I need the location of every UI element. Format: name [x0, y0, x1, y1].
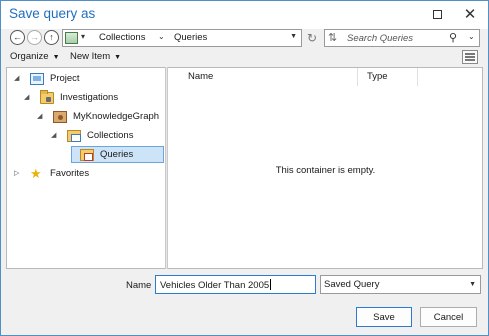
tree-item-label: Project [50, 73, 80, 84]
tree-item-label: Investigations [60, 92, 119, 103]
new-item-menu[interactable]: New Item ▼ [70, 51, 121, 62]
address-bar[interactable]: ▾ Collections ⌄ Queries ▼ [62, 29, 302, 47]
close-button[interactable]: ✕ [461, 5, 479, 23]
expanded-triangle-icon[interactable]: ◢ [37, 112, 42, 120]
star-icon: ★ [30, 166, 42, 181]
save-query-dialog: Save query as ✕ ← → ↑ ▾ Collections ⌄ Qu… [0, 0, 489, 336]
maximize-icon [432, 9, 442, 19]
knowledge-graph-icon [53, 110, 67, 123]
organize-label: Organize [10, 51, 49, 62]
tree-item-myknowledgegraph[interactable]: ◢ MyKnowledgeGraph [37, 108, 159, 125]
refresh-button[interactable]: ↻ [304, 30, 320, 46]
navigation-bar: ← → ↑ ▾ Collections ⌄ Queries ▼ ↻ ⇅ Sear… [1, 29, 488, 49]
tree-item-favorites[interactable]: ▷ ★ Favorites [14, 165, 89, 182]
expanded-triangle-icon[interactable]: ◢ [24, 93, 29, 101]
breadcrumb-queries[interactable]: Queries [174, 32, 207, 43]
sort-icon[interactable]: ⇅ [328, 31, 337, 44]
breadcrumb-collections[interactable]: Collections [99, 32, 145, 43]
folder-lock-icon [40, 89, 54, 104]
back-button[interactable]: ← [10, 30, 25, 45]
refresh-icon: ↻ [306, 31, 318, 45]
address-menu-chevron-icon[interactable]: ▾ [81, 32, 85, 41]
breadcrumb-chevron-icon[interactable]: ⌄ [158, 32, 165, 41]
name-field-label: Name [126, 280, 152, 291]
up-arrow-icon: ↑ [49, 32, 54, 42]
save-button[interactable]: Save [356, 307, 412, 327]
dialog-title: Save query as [9, 6, 96, 21]
project-icon [30, 72, 44, 85]
tree-item-investigations[interactable]: ◢ Investigations [24, 89, 118, 106]
expanded-triangle-icon[interactable]: ◢ [51, 131, 56, 139]
view-options-button[interactable] [462, 50, 478, 64]
search-icon[interactable]: ⚲ [449, 31, 457, 44]
back-arrow-icon: ← [13, 32, 22, 42]
search-options-chevron-icon[interactable]: ⌄ [468, 32, 475, 41]
tree-item-label: Queries [100, 149, 134, 160]
name-field[interactable]: Vehicles Older Than 2005 [155, 275, 316, 294]
up-button[interactable]: ↑ [44, 30, 59, 45]
tree-item-label: Favorites [50, 168, 90, 179]
tree-item-label: MyKnowledgeGraph [73, 111, 160, 122]
location-icon [65, 32, 78, 44]
close-icon: ✕ [463, 6, 477, 23]
tree-item-collections[interactable]: ◢ Collections [51, 127, 133, 144]
chevron-down-icon: ▼ [114, 54, 122, 61]
name-field-value: Vehicles Older Than 2005 [160, 280, 270, 291]
cancel-button-label: Cancel [433, 311, 464, 323]
column-divider[interactable] [357, 68, 358, 86]
chevron-down-icon: ▼ [469, 281, 476, 288]
title-bar: Save query as ✕ [1, 1, 488, 29]
chevron-down-icon: ▼ [52, 54, 60, 61]
column-divider[interactable] [417, 68, 418, 86]
text-cursor [270, 279, 272, 290]
maximize-button[interactable] [428, 5, 446, 23]
address-dropdown-icon[interactable]: ▼ [290, 33, 297, 40]
content-list[interactable]: Name Type This container is empty. [168, 67, 483, 269]
collection-icon [67, 129, 81, 142]
save-button-label: Save [373, 311, 395, 323]
tree-item-project[interactable]: ◢ Project [14, 70, 80, 87]
tree-item-label: Collections [87, 130, 134, 141]
cancel-button[interactable]: Cancel [420, 307, 477, 327]
search-input[interactable]: Search Queries [347, 33, 413, 44]
empty-container-message: This container is empty. [275, 165, 376, 176]
expanded-triangle-icon[interactable]: ◢ [14, 74, 19, 82]
forward-arrow-icon: → [30, 32, 39, 42]
tree-item-queries[interactable]: Queries [71, 146, 164, 163]
navigation-tree[interactable]: ◢ Project ◢ Investigations ◢ MyKnowledge… [6, 67, 166, 269]
command-bar: Organize ▼ New Item ▼ [1, 49, 488, 67]
query-folder-icon [80, 148, 94, 161]
organize-menu[interactable]: Organize ▼ [10, 51, 60, 62]
new-item-label: New Item [70, 51, 111, 62]
forward-button[interactable]: → [27, 30, 42, 45]
item-type-value: Saved Query [324, 279, 380, 290]
collapsed-triangle-icon[interactable]: ▷ [14, 169, 19, 177]
column-header-name[interactable]: Name [188, 68, 213, 86]
column-header-type[interactable]: Type [367, 68, 388, 86]
search-box[interactable]: ⇅ Search Queries ⚲ ⌄ [324, 29, 480, 47]
item-type-select[interactable]: Saved Query ▼ [320, 275, 481, 294]
